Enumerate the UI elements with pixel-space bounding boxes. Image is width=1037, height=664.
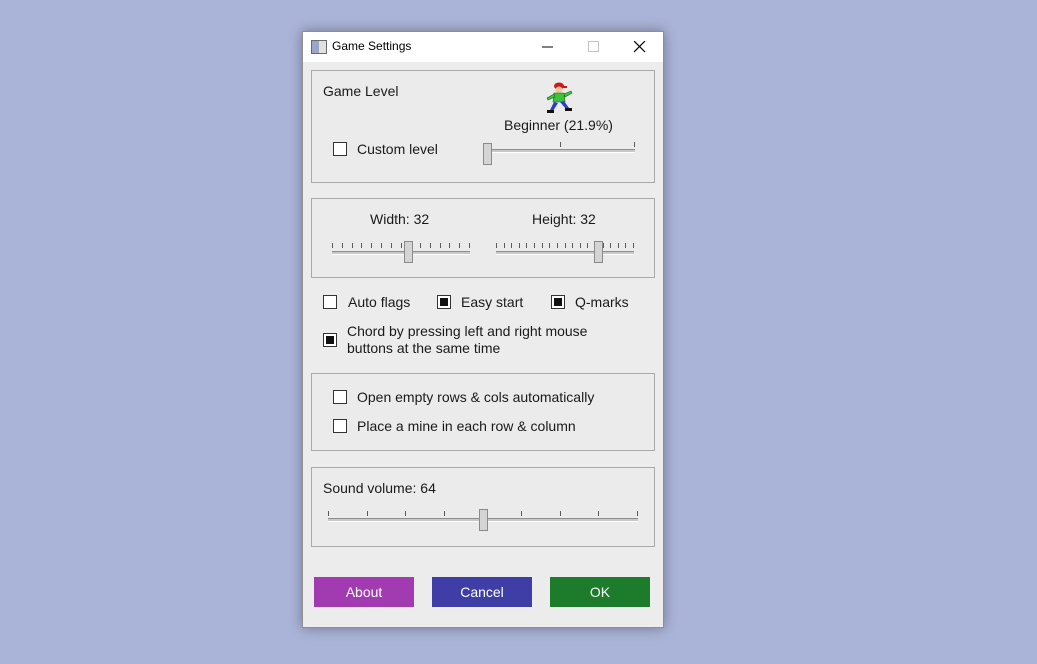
slider-tick xyxy=(449,243,450,248)
app-icon xyxy=(311,40,327,54)
slider-tick xyxy=(587,243,588,248)
width-slider[interactable] xyxy=(332,239,472,269)
q-marks-label: Q-marks xyxy=(575,294,629,310)
level-slider[interactable] xyxy=(483,141,637,171)
title-bar[interactable]: Game Settings xyxy=(303,32,663,62)
level-slider-thumb[interactable] xyxy=(483,143,492,165)
custom-level-label: Custom level xyxy=(357,141,438,157)
slider-tick xyxy=(565,243,566,248)
height-label: Height: 32 xyxy=(532,211,596,227)
slider-tick xyxy=(521,511,522,516)
slider-tick xyxy=(610,243,611,248)
slider-tick xyxy=(637,511,638,516)
q-marks-checkbox[interactable]: Q-marks xyxy=(551,294,641,312)
custom-level-checkbox[interactable]: Custom level xyxy=(333,141,473,159)
slider-tick xyxy=(430,243,431,248)
slider-tick xyxy=(420,243,421,248)
slider-tick xyxy=(603,243,604,248)
minimize-icon xyxy=(542,46,553,48)
cancel-button[interactable]: Cancel xyxy=(432,577,532,607)
slider-tick xyxy=(391,243,392,248)
slider-tick xyxy=(332,243,333,248)
slider-tick xyxy=(401,243,402,248)
open-empty-box[interactable] xyxy=(333,390,347,404)
auto-flags-checkbox[interactable]: Auto flags xyxy=(323,294,423,312)
slider-tick xyxy=(549,243,550,248)
easy-start-checkbox[interactable]: Easy start xyxy=(437,294,537,312)
maximize-button xyxy=(571,32,617,62)
slider-tick xyxy=(618,243,619,248)
open-empty-label: Open empty rows & cols automatically xyxy=(357,389,595,405)
close-button[interactable] xyxy=(617,32,663,62)
slider-tick xyxy=(511,243,512,248)
slider-tick xyxy=(580,243,581,248)
sound-group: Sound volume: 64 xyxy=(311,467,655,547)
place-mine-box[interactable] xyxy=(333,419,347,433)
board-size-group: Width: 32 Height: 32 xyxy=(311,198,655,278)
minimize-button[interactable] xyxy=(525,32,571,62)
sound-volume-label: Sound volume: 64 xyxy=(323,480,436,496)
width-slider-thumb[interactable] xyxy=(404,241,413,263)
game-settings-dialog: Game Settings Game Level Beginner (21.9%… xyxy=(302,31,664,628)
place-mine-checkbox[interactable]: Place a mine in each row & column xyxy=(333,418,633,436)
chord-label-line2: buttons at the same time xyxy=(347,340,501,356)
slider-tick xyxy=(504,243,505,248)
open-empty-checkbox[interactable]: Open empty rows & cols automatically xyxy=(333,389,633,407)
chord-checkbox[interactable]: Chord by pressing left and right mouse b… xyxy=(323,323,623,359)
slider-tick xyxy=(459,243,460,248)
auto-flags-box[interactable] xyxy=(323,295,337,309)
slider-tick xyxy=(542,243,543,248)
slider-tick xyxy=(496,243,497,248)
slider-tick xyxy=(572,243,573,248)
slider-tick xyxy=(440,243,441,248)
slider-tick xyxy=(361,243,362,248)
slider-tick xyxy=(633,243,634,248)
slider-tick xyxy=(371,243,372,248)
slider-tick xyxy=(625,243,626,248)
slider-tick xyxy=(405,511,406,516)
slider-tick xyxy=(367,511,368,516)
slider-tick xyxy=(557,243,558,248)
width-label: Width: 32 xyxy=(370,211,430,227)
slider-tick xyxy=(560,511,561,516)
height-slider-thumb[interactable] xyxy=(594,241,603,263)
player-icon xyxy=(546,82,573,113)
slider-tick xyxy=(519,243,520,248)
easy-start-box[interactable] xyxy=(437,295,451,309)
slider-tick xyxy=(328,511,329,516)
game-level-group: Game Level Beginner (21.9%) Custom level xyxy=(311,70,655,183)
height-slider[interactable] xyxy=(496,239,636,269)
custom-level-box[interactable] xyxy=(333,142,347,156)
ok-button[interactable]: OK xyxy=(550,577,650,607)
slider-tick xyxy=(469,243,470,248)
maximize-icon xyxy=(588,41,599,52)
chord-label-line1: Chord by pressing left and right mouse xyxy=(347,323,588,339)
window-title: Game Settings xyxy=(332,39,412,53)
extra-options-group: Open empty rows & cols automatically Pla… xyxy=(311,373,655,451)
slider-tick xyxy=(381,243,382,248)
slider-tick xyxy=(342,243,343,248)
slider-tick xyxy=(352,243,353,248)
level-text: Beginner (21.9%) xyxy=(504,117,613,133)
auto-flags-label: Auto flags xyxy=(348,294,411,310)
slider-tick xyxy=(598,511,599,516)
game-level-heading: Game Level xyxy=(323,83,399,99)
slider-tick xyxy=(444,511,445,516)
q-marks-box[interactable] xyxy=(551,295,565,309)
slider-tick xyxy=(526,243,527,248)
sound-volume-slider[interactable] xyxy=(328,506,640,536)
slider-tick xyxy=(534,243,535,248)
place-mine-label: Place a mine in each row & column xyxy=(357,418,576,434)
chord-box[interactable] xyxy=(323,333,337,347)
about-button[interactable]: About xyxy=(314,577,414,607)
sound-volume-thumb[interactable] xyxy=(479,509,488,531)
easy-start-label: Easy start xyxy=(461,294,524,310)
close-icon xyxy=(634,41,646,53)
